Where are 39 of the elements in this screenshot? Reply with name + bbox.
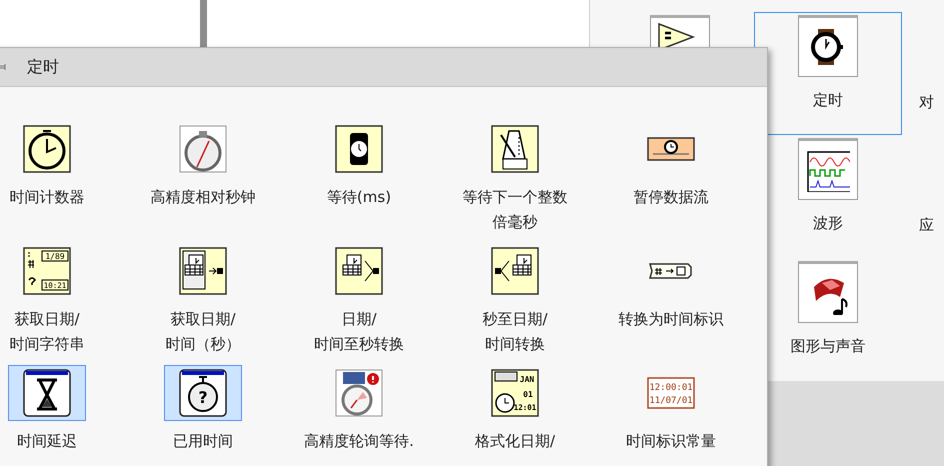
function-label: 时间标识常量 <box>626 431 716 452</box>
function-label: 已用时间 <box>173 431 233 452</box>
palette-category[interactable]: 图形与声音 <box>754 258 902 381</box>
function-label: 暂停数据流 <box>634 187 708 208</box>
stopwatch-question-icon: ? <box>179 369 227 417</box>
function-tile[interactable]: 12:00:01 11/07/01 <box>632 365 710 421</box>
category-label[interactable]: 对 <box>919 93 934 112</box>
stopwatch-alert-icon <box>335 369 383 417</box>
function-label: 高精度轮询等待. <box>304 431 414 452</box>
function-tile[interactable] <box>8 365 86 421</box>
hash-to-clock-icon <box>647 262 695 280</box>
category-label: 图形与声音 <box>790 337 866 356</box>
function-label: 获取日期/ 时间（秒） <box>166 309 240 355</box>
category-label: 定时 <box>813 91 843 110</box>
stopwatch-icon <box>179 125 227 173</box>
metronome-icon <box>491 125 539 173</box>
calendar-split-icon <box>335 247 383 295</box>
function-label: 等待(ms) <box>326 187 392 208</box>
window-title: 定时 <box>27 56 59 78</box>
function-label: 时间计数器 <box>10 187 84 208</box>
timeline-clock-icon <box>647 137 695 161</box>
function-label: 转换为时间标识 <box>618 309 724 330</box>
function-label: 获取日期/ 时间字符串 <box>10 309 84 355</box>
function-label: 日期/ 时间至秒转换 <box>314 309 404 355</box>
timestamp-icon: 12:00:01 11/07/01 <box>647 377 695 409</box>
wristwatch-icon <box>335 125 383 173</box>
category-label: 波形 <box>813 214 843 233</box>
split-calendar-icon <box>491 247 539 295</box>
function-label: 高精度相对秒钟 <box>150 187 256 208</box>
hourglass-icon <box>23 369 71 417</box>
palette-category[interactable]: 波形 <box>754 135 902 258</box>
function-tile[interactable]: ? <box>164 365 242 421</box>
function-label: 时间延迟 <box>17 431 77 452</box>
play-triangle-icon <box>657 20 697 50</box>
function-label: 秒至日期/ 时间转换 <box>482 309 548 355</box>
function-label: 格式化日期/ <box>474 431 556 452</box>
clock-icon <box>23 125 71 173</box>
category-label[interactable]: 应 <box>919 216 934 235</box>
function-label: 等待下一个整数 倍毫秒 <box>462 187 568 233</box>
